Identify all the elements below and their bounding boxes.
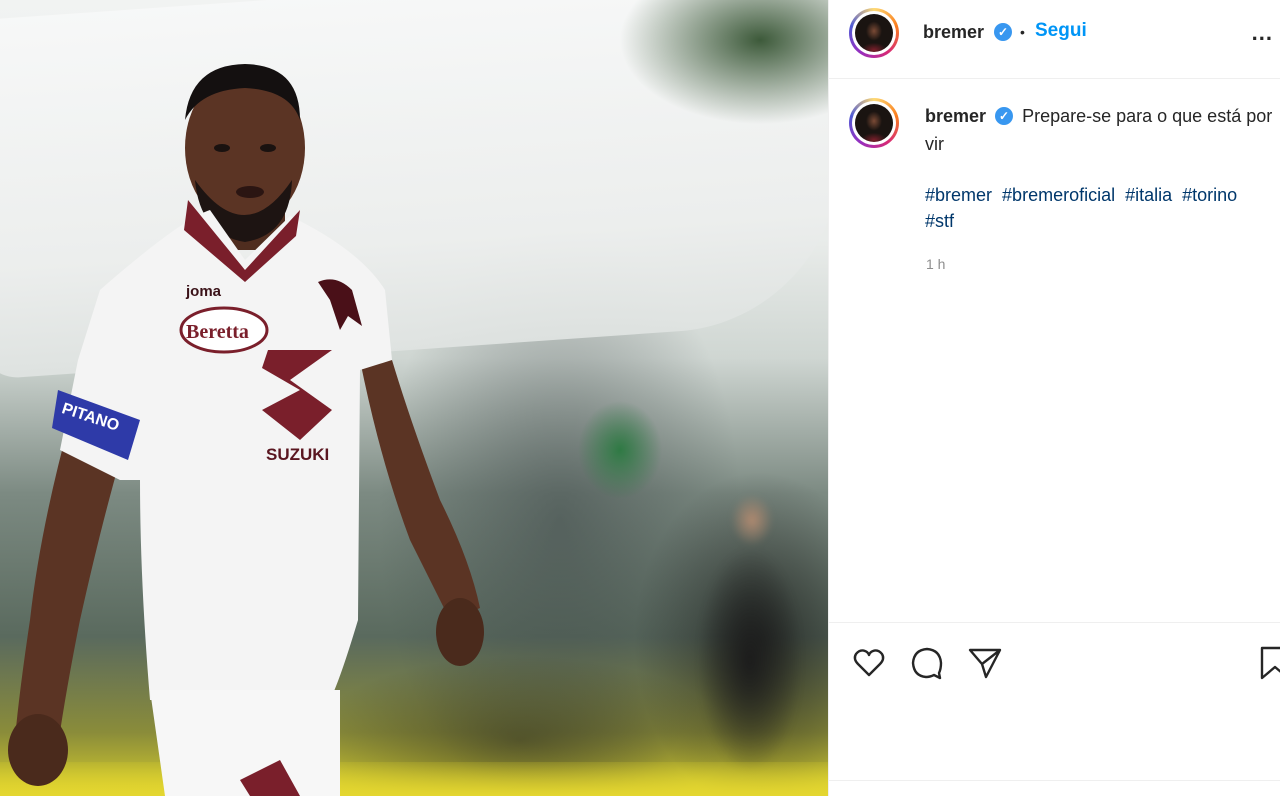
more-options-icon[interactable]: ... bbox=[1252, 20, 1273, 46]
background-banner bbox=[560, 380, 680, 520]
post-caption: bremer ✓ Prepare-se para o que está por … bbox=[925, 102, 1273, 158]
caption-username[interactable]: bremer bbox=[925, 106, 986, 126]
background-bystander bbox=[680, 490, 820, 790]
post-timestamp: 1 h bbox=[926, 256, 946, 272]
caption-verified-badge-icon: ✓ bbox=[995, 107, 1014, 125]
player-figure: PITANO joma Beretta SUZUKI bbox=[0, 60, 520, 796]
author-username[interactable]: bremer bbox=[923, 22, 984, 43]
hashtag-link[interactable]: #stf bbox=[925, 211, 954, 231]
verified-badge-icon: ✓ bbox=[994, 23, 1012, 41]
kit-brand-text: joma bbox=[185, 283, 222, 300]
post-panel: bremer ✓ • Segui ... bremer ✓ Prepare-se… bbox=[828, 0, 1280, 796]
post-photo[interactable]: PITANO joma Beretta SUZUKI bbox=[0, 0, 828, 796]
action-bar bbox=[829, 622, 1280, 783]
heart-icon[interactable] bbox=[851, 645, 887, 681]
hashtag-list: #bremer #bremeroficial #italia #torino #… bbox=[925, 182, 1275, 234]
hashtag-link[interactable]: #bremer bbox=[925, 185, 992, 205]
panel-divider bbox=[829, 780, 1280, 781]
hashtag-link[interactable]: #torino bbox=[1182, 185, 1237, 205]
bookmark-icon[interactable] bbox=[1257, 645, 1280, 681]
sponsor-beretta-text: Beretta bbox=[186, 321, 249, 343]
hashtag-link[interactable]: #bremeroficial bbox=[1002, 185, 1115, 205]
hashtag-link[interactable]: #italia bbox=[1125, 185, 1172, 205]
send-icon[interactable] bbox=[967, 645, 1003, 681]
follow-button[interactable]: Segui bbox=[1035, 20, 1087, 42]
caption-avatar[interactable] bbox=[849, 98, 899, 148]
header-separator: • bbox=[1020, 24, 1025, 40]
author-avatar[interactable] bbox=[849, 8, 899, 58]
sponsor-suzuki-text: SUZUKI bbox=[266, 445, 329, 464]
post-header: bremer ✓ • Segui ... bbox=[829, 0, 1280, 79]
background-trees bbox=[520, 0, 828, 160]
comment-icon[interactable] bbox=[909, 645, 945, 681]
